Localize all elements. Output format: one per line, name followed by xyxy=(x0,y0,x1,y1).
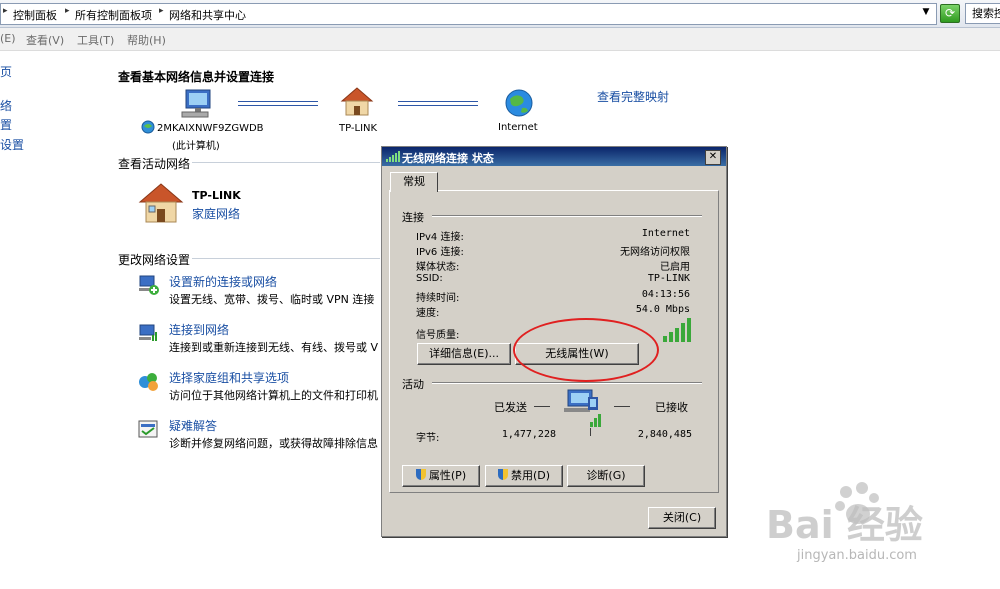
task-desc: 连接到或重新连接到无线、有线、拨号或 V xyxy=(169,341,379,354)
network-globe-icon xyxy=(141,120,155,134)
homegroup-icon xyxy=(139,373,158,391)
refresh-icon[interactable]: ⟳ xyxy=(940,4,960,23)
properties-button-label: 属性(P) xyxy=(428,469,467,482)
computer-sublabel: (此计算机) xyxy=(172,141,220,152)
change-settings-heading: 更改网络设置 xyxy=(118,253,191,267)
divider xyxy=(432,215,702,217)
home-network-icon xyxy=(138,183,184,223)
sent-label: 已发送 xyxy=(494,401,527,414)
disable-button[interactable]: 禁用(D) xyxy=(485,465,563,487)
internet-label: Internet xyxy=(498,122,538,133)
dialog-title-bar[interactable]: 无线网络连接 状态 ✕ xyxy=(382,147,726,166)
bytes-received: 2,840,485 xyxy=(637,429,692,440)
connection-line xyxy=(398,101,478,106)
breadcrumb-network-center[interactable]: 网络和共享中心 xyxy=(169,7,246,23)
breadcrumb-all-items[interactable]: 所有控制面板项 xyxy=(75,7,152,23)
full-map-link[interactable]: 查看完整映射 xyxy=(597,88,669,105)
signal-strength-icon xyxy=(663,318,691,342)
row-label: IPv6 连接: xyxy=(416,247,464,258)
router-label: TP-LINK xyxy=(339,123,378,134)
address-field[interactable]: ▸ 控制面板 ▸ 所有控制面板项 ▸ 网络和共享中心 ▼ xyxy=(0,3,937,25)
sidebar-link-network[interactable]: 络 xyxy=(0,97,12,114)
divider xyxy=(534,406,550,407)
chevron-right-icon[interactable]: ▸ xyxy=(159,6,164,16)
row-label: 速度: xyxy=(416,308,440,319)
task-desc: 访问位于其他网络计算机上的文件和打印机 xyxy=(169,389,378,402)
active-network-name: TP-LINK xyxy=(192,189,241,202)
row-value-duration: 04:13:56 xyxy=(641,289,690,300)
disable-button-label: 禁用(D) xyxy=(510,469,551,482)
connect-network-icon xyxy=(139,324,157,341)
active-networks-heading: 查看活动网络 xyxy=(118,157,191,171)
divider xyxy=(192,258,380,259)
menu-bar: (E) 查看(V) 工具(T) 帮助(H) xyxy=(0,28,1000,51)
divider xyxy=(614,406,630,407)
watermark-brand: Bai 经验 xyxy=(766,503,923,547)
new-connection-icon xyxy=(139,275,159,295)
bytes-sent: 1,477,228 xyxy=(501,429,556,440)
row-label: SSID: xyxy=(416,273,443,284)
page-title: 查看基本网络信息并设置连接 xyxy=(118,70,275,84)
shield-icon xyxy=(415,469,426,480)
details-button[interactable]: 详细信息(E)... xyxy=(417,343,511,365)
menu-tools[interactable]: 工具(T) xyxy=(77,32,114,48)
close-icon[interactable]: ✕ xyxy=(705,150,721,165)
dialog-title: 无线网络连接 状态 xyxy=(402,152,494,165)
address-bar: ▸ 控制面板 ▸ 所有控制面板项 ▸ 网络和共享中心 ▼ ⟳ 搜索控 xyxy=(0,0,1000,28)
watermark-url: jingyan.baidu.com xyxy=(797,548,917,563)
task-troubleshoot[interactable]: 疑难解答 xyxy=(169,417,217,434)
network-activity-icon xyxy=(564,389,601,436)
computer-name: 2MKAIXNWF9ZGWDB xyxy=(157,123,264,134)
tab-general[interactable]: 常规 xyxy=(390,172,438,192)
row-label: IPv4 连接: xyxy=(416,232,464,243)
chevron-right-icon[interactable]: ▸ xyxy=(3,6,8,16)
task-homegroup[interactable]: 选择家庭组和共享选项 xyxy=(169,369,289,386)
close-button[interactable]: 关闭(C) xyxy=(648,507,716,529)
search-input[interactable]: 搜索控 xyxy=(965,3,1000,24)
computer-icon xyxy=(181,89,211,118)
row-value-ssid: TP-LINK xyxy=(647,273,690,284)
bytes-label: 字节: xyxy=(416,433,440,444)
sidebar-link-home[interactable]: 页 xyxy=(0,63,12,80)
network-type-link[interactable]: 家庭网络 xyxy=(192,205,240,222)
row-value-speed: 54.0 Mbps xyxy=(635,304,690,315)
sidebar-link-sharing[interactable]: 设置 xyxy=(0,136,24,153)
connection-group-label: 连接 xyxy=(402,211,424,224)
activity-group-label: 活动 xyxy=(402,378,424,391)
task-connect[interactable]: 连接到网络 xyxy=(169,321,229,338)
breadcrumb-control-panel[interactable]: 控制面板 xyxy=(13,7,57,23)
row-label: 持续时间: xyxy=(416,293,460,304)
row-value-media: 已启用 xyxy=(660,262,690,273)
received-label: 已接收 xyxy=(655,401,688,414)
diagnose-button[interactable]: 诊断(G) xyxy=(567,465,645,487)
properties-button[interactable]: 属性(P) xyxy=(402,465,480,487)
router-house-icon xyxy=(340,87,374,116)
divider xyxy=(432,382,702,384)
signal-quality-label: 信号质量: xyxy=(416,330,460,341)
highlight-circle xyxy=(513,318,659,382)
chevron-right-icon[interactable]: ▸ xyxy=(65,6,70,16)
troubleshoot-icon xyxy=(138,420,158,438)
signal-icon xyxy=(386,151,400,162)
row-value-ipv4: Internet xyxy=(641,228,690,239)
connection-line xyxy=(238,101,318,106)
menu-help[interactable]: 帮助(H) xyxy=(127,32,166,48)
internet-globe-icon xyxy=(505,89,533,117)
menu-view[interactable]: 查看(V) xyxy=(26,32,64,48)
menu-edit[interactable]: (E) xyxy=(0,32,16,45)
divider xyxy=(192,162,380,163)
task-desc: 诊断并修复网络问题，或获得故障排除信息 xyxy=(169,437,378,450)
task-new-connection[interactable]: 设置新的连接或网络 xyxy=(169,273,277,290)
sidebar-link-adapter[interactable]: 置 xyxy=(0,116,12,133)
chevron-down-icon[interactable]: ▼ xyxy=(919,7,933,21)
task-desc: 设置无线、宽带、拨号、临时或 VPN 连接 xyxy=(169,293,375,306)
row-label: 媒体状态: xyxy=(416,262,460,273)
shield-icon xyxy=(497,469,508,480)
row-value-ipv6: 无网络访问权限 xyxy=(620,247,690,258)
